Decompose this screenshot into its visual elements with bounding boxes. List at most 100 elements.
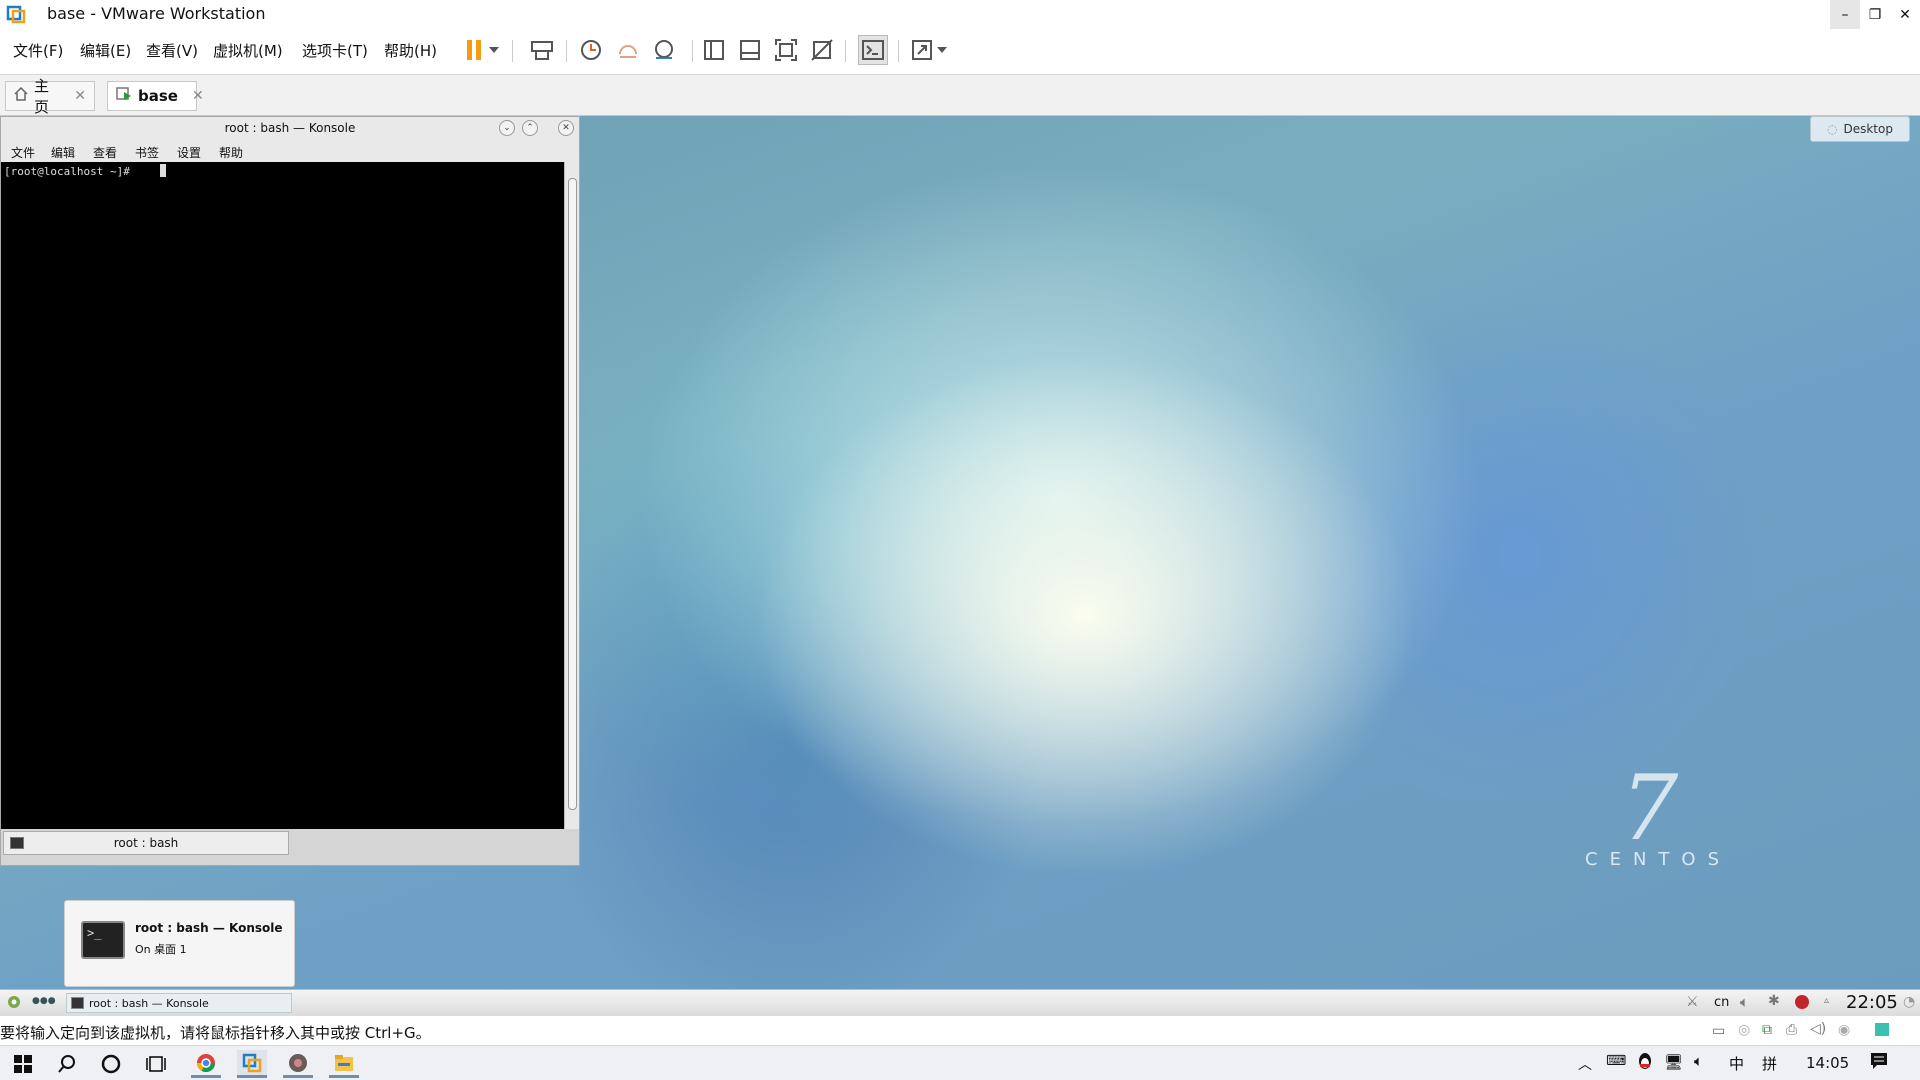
network-adapter-icon[interactable]: ⧉ — [1762, 1022, 1772, 1038]
konsole-menu-help[interactable]: 帮助 — [219, 144, 243, 161]
maximize-icon[interactable]: ⌃ — [522, 120, 538, 136]
volume-icon[interactable]: 🔈︎ — [1694, 1052, 1703, 1070]
search-icon[interactable] — [52, 1050, 82, 1078]
konsole-menu-bookmarks[interactable]: 书签 — [135, 144, 159, 161]
pause-icon[interactable] — [461, 37, 487, 63]
tab-label: 主页 — [34, 77, 50, 116]
sound-card-icon[interactable]: ◁) — [1810, 1021, 1826, 1037]
chrome-icon[interactable] — [191, 1050, 221, 1078]
printer-icon[interactable]: ⎙ — [1786, 1022, 1797, 1038]
host-clock[interactable]: 14:05 — [1806, 1054, 1849, 1072]
close-icon[interactable]: ✕ — [192, 88, 204, 104]
scrollbar-thumb[interactable] — [568, 178, 577, 810]
konsole-title: root : bash — Konsole — [224, 121, 356, 135]
tab-label: base — [138, 87, 178, 105]
notification-title: root : bash — Konsole — [135, 921, 283, 935]
cd-dvd-icon[interactable]: ◎ — [1738, 1022, 1750, 1038]
hard-disk-icon[interactable]: ▭ — [1712, 1023, 1725, 1039]
network-icon[interactable]: ⚔ — [1686, 994, 1699, 1010]
cashew-icon[interactable]: ◔ — [1903, 994, 1915, 1010]
minimize-icon[interactable]: ⌄ — [499, 120, 515, 136]
terminal-icon — [10, 837, 24, 849]
centos-logo-text: CENTOS — [1585, 849, 1731, 870]
minimize-button[interactable]: – — [1830, 0, 1860, 29]
tab-home[interactable]: 主页 ✕ — [5, 77, 95, 116]
send-ctrl-alt-del-icon[interactable] — [529, 37, 555, 63]
desktop-button[interactable]: ◌ Desktop — [1810, 116, 1910, 142]
konsole-tab-label: root : bash — [113, 836, 179, 850]
cortana-icon[interactable] — [96, 1050, 126, 1078]
usb-icon[interactable]: ◉ — [1838, 1022, 1850, 1038]
console-view-icon[interactable] — [858, 35, 888, 65]
tray-expand-icon[interactable]: ▵ — [1824, 995, 1829, 1006]
restore-button[interactable]: ❐ — [1860, 0, 1890, 29]
guest-clock[interactable]: 22:05 — [1846, 992, 1898, 1013]
guest-task-button[interactable]: root : bash — Konsole — [66, 993, 292, 1013]
konsole-tab[interactable]: root : bash — [3, 831, 289, 855]
close-button[interactable]: ✕ — [1890, 0, 1920, 29]
keyboard-icon[interactable]: ⌨ — [1606, 1053, 1626, 1069]
revert-snapshot-icon[interactable] — [615, 37, 641, 63]
menu-view[interactable]: 查看(V) — [146, 40, 198, 61]
show-hidden-icons-icon[interactable]: ︿ — [1578, 1054, 1592, 1074]
bluetooth-icon[interactable]: ✱ — [1768, 993, 1780, 1009]
full-screen-icon[interactable] — [773, 37, 799, 63]
toolbar-separator — [845, 40, 846, 62]
vm-display[interactable]: ◌ Desktop root : bash — Konsole ⌄ ⌃ ✕ 文件… — [0, 116, 1920, 989]
unity-icon[interactable] — [809, 37, 835, 63]
ime-language-indicator[interactable]: 中 — [1729, 1053, 1744, 1074]
close-icon[interactable]: ✕ — [74, 88, 86, 104]
windows-start-icon[interactable] — [8, 1050, 38, 1078]
terminal-icon — [71, 997, 84, 1009]
menu-tabs[interactable]: 选项卡(T) — [302, 40, 368, 61]
menu-vm[interactable]: 虚拟机(M) — [213, 40, 283, 61]
menu-edit[interactable]: 编辑(E) — [80, 40, 131, 61]
desktop-icon: ◌ — [1827, 122, 1838, 136]
file-explorer-icon[interactable] — [329, 1050, 359, 1078]
close-icon[interactable]: ✕ — [558, 120, 574, 136]
konsole-menu-view[interactable]: 查看 — [93, 144, 117, 161]
konsole-window[interactable]: root : bash — Konsole ⌄ ⌃ ✕ 文件 编辑 查看 书签 … — [0, 116, 580, 866]
tab-base[interactable]: base ✕ — [107, 81, 204, 111]
media-icon[interactable] — [283, 1050, 313, 1078]
toolbar-separator — [512, 40, 513, 62]
konsole-menu-file[interactable]: 文件 — [11, 144, 35, 161]
task-notification[interactable]: >_ root : bash — Konsole On 桌面 1 — [64, 900, 295, 987]
dropdown-arrow-icon[interactable] — [487, 37, 501, 63]
ime-mode-indicator[interactable]: 拼 — [1762, 1053, 1777, 1074]
toolbar-separator — [692, 40, 693, 62]
host-taskbar: ︿ ⌨ 🖥︎ 🔈︎ 中 拼 14:05 — [0, 1045, 1920, 1080]
show-library-icon[interactable] — [701, 37, 727, 63]
updates-icon[interactable] — [1794, 994, 1810, 1010]
terminal-cursor — [159, 164, 166, 177]
snapshot-manager-icon[interactable] — [651, 37, 677, 63]
terminal-scrollbar[interactable] — [564, 162, 579, 829]
vmware-icon[interactable] — [237, 1050, 267, 1078]
toolbar-separator — [566, 40, 567, 62]
action-center-icon[interactable] — [1870, 1052, 1888, 1072]
kde-menu-icon[interactable] — [6, 994, 22, 1010]
qq-icon[interactable] — [1636, 1052, 1654, 1072]
dropdown-arrow-icon[interactable] — [935, 37, 949, 63]
menu-file[interactable]: 文件(F) — [13, 40, 63, 61]
menu-help[interactable]: 帮助(H) — [384, 40, 437, 61]
konsole-menu-settings[interactable]: 设置 — [177, 144, 201, 161]
input-method-label[interactable]: cn — [1714, 995, 1729, 1010]
vmware-logo-icon — [6, 5, 26, 25]
vm-icon — [116, 86, 132, 106]
show-thumbnail-icon[interactable] — [737, 37, 763, 63]
pager-icon[interactable]: ●●● — [32, 996, 56, 1006]
konsole-menu-edit[interactable]: 编辑 — [51, 144, 75, 161]
task-view-icon[interactable] — [141, 1050, 171, 1078]
title-bar: base - VMware Workstation – ❐ ✕ — [0, 0, 1920, 29]
volume-icon[interactable]: 🔈︎ — [1740, 993, 1749, 1011]
konsole-tab-bar: root : bash — [1, 829, 579, 865]
message-log-icon[interactable] — [1874, 1022, 1890, 1038]
home-icon — [14, 86, 28, 105]
guest-panel: ●●● root : bash — Konsole ⚔ cn 🔈︎ ✱ ▵ 22… — [0, 989, 1920, 1015]
terminal-area[interactable]: [root@localhost ~]# — [1, 162, 564, 829]
snapshot-icon[interactable] — [578, 37, 604, 63]
network-status-icon[interactable]: 🖥︎ — [1664, 1053, 1683, 1071]
notification-subtitle: On 桌面 1 — [135, 943, 187, 956]
stretch-icon[interactable] — [909, 37, 935, 63]
